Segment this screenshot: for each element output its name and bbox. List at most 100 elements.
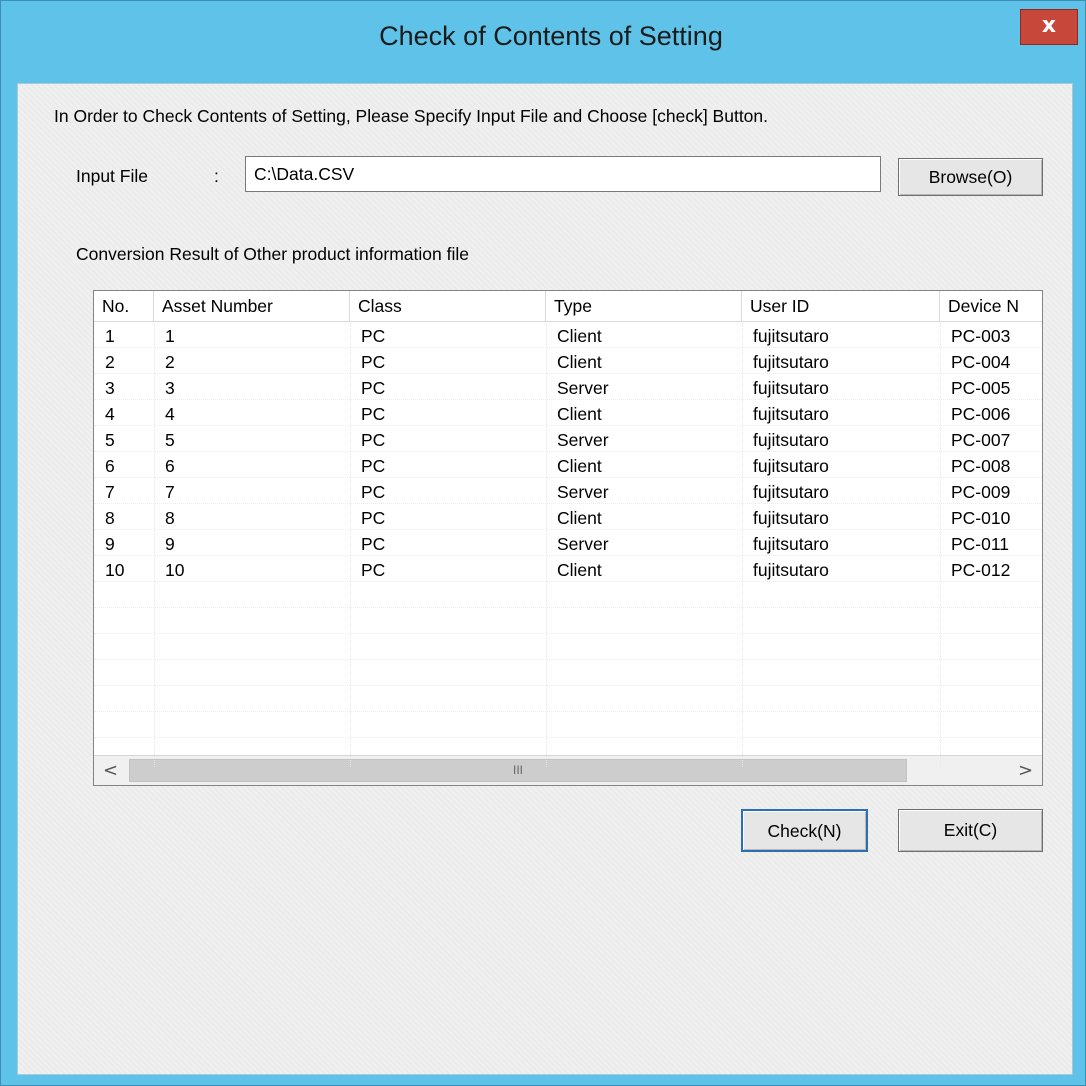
table-row[interactable]: 6 6 PC Client fujitsutaro PC-008 (94, 453, 1042, 479)
column-header[interactable]: Type (546, 291, 742, 321)
table-cell: PC-005 (951, 378, 1011, 398)
table-cell: PC (361, 326, 386, 346)
table-cell: PC (361, 560, 386, 580)
table-row[interactable]: 10 10 PC Client fujitsutaro PC-012 (94, 557, 1042, 583)
table-cell: 7 (165, 482, 175, 502)
table-cell: 4 (105, 404, 115, 424)
table-cell: Client (557, 352, 602, 372)
grip-icon: III (512, 763, 523, 777)
column-header[interactable]: Class (350, 291, 546, 321)
table-cell: PC (361, 430, 386, 450)
horizontal-scrollbar[interactable]: < III > (94, 755, 1042, 785)
scrollbar-thumb[interactable]: III (129, 759, 907, 782)
input-file-colon: : (214, 166, 219, 186)
result-table[interactable]: No. Asset Number Class Type User ID Device N … (93, 290, 1043, 786)
table-row[interactable]: 8 8 PC Client fujitsutaro PC-010 (94, 505, 1042, 531)
dialog-window: Check of Contents of Setting x In Order … (0, 0, 1086, 1086)
table-cell: Client (557, 404, 602, 424)
close-button[interactable]: x (1020, 9, 1078, 45)
exit-button[interactable]: Exit(C) (898, 809, 1043, 852)
dialog-body: In Order to Check Contents of Setting, P… (17, 83, 1073, 1075)
table-cell: fujitsutaro (753, 430, 829, 450)
grid-line (94, 633, 1042, 634)
table-cell: 9 (165, 534, 175, 554)
table-cell: Server (557, 534, 609, 554)
title-bar[interactable]: Check of Contents of Setting x (1, 1, 1086, 83)
table-cell: fujitsutaro (753, 482, 829, 502)
close-icon: x (1041, 13, 1057, 38)
table-cell: 5 (105, 430, 115, 450)
table-cell: 1 (105, 326, 115, 346)
scroll-right-icon[interactable]: > (1009, 756, 1042, 785)
column-header[interactable]: Device N (940, 291, 1042, 321)
table-cell: Server (557, 378, 609, 398)
table-cell: PC-012 (951, 560, 1011, 580)
table-cell: PC (361, 508, 386, 528)
table-row[interactable]: 7 7 PC Server fujitsutaro PC-009 (94, 479, 1042, 505)
table-cell: 6 (165, 456, 175, 476)
grid-line (94, 685, 1042, 686)
table-cell: PC-009 (951, 482, 1011, 502)
table-cell: PC (361, 404, 386, 424)
check-button[interactable]: Check(N) (741, 809, 868, 852)
table-cell: fujitsutaro (753, 326, 829, 346)
table-cell: fujitsutaro (753, 508, 829, 528)
table-cell: Client (557, 508, 602, 528)
grid-line (94, 607, 1042, 608)
table-cell: fujitsutaro (753, 560, 829, 580)
table-row[interactable]: 5 5 PC Server fujitsutaro PC-007 (94, 427, 1042, 453)
table-cell: PC-011 (951, 534, 1010, 554)
table-cell: 8 (105, 508, 115, 528)
table-cell: 7 (105, 482, 115, 502)
table-cell: 10 (165, 560, 185, 580)
table-cell: PC (361, 378, 386, 398)
table-cell: PC-007 (951, 430, 1011, 450)
table-cell: PC (361, 482, 386, 502)
table-cell: PC-008 (951, 456, 1011, 476)
table-cell: Client (557, 560, 602, 580)
column-header[interactable]: No. (94, 291, 154, 321)
table-row[interactable]: 3 3 PC Server fujitsutaro PC-005 (94, 375, 1042, 401)
table-cell: 3 (105, 378, 115, 398)
table-cell: 4 (165, 404, 175, 424)
table-cell: PC (361, 456, 386, 476)
table-cell: fujitsutaro (753, 404, 829, 424)
table-cell: PC-010 (951, 508, 1011, 528)
input-file-label: Input File (76, 166, 148, 186)
scroll-left-icon[interactable]: < (94, 756, 127, 785)
table-cell: PC-006 (951, 404, 1011, 424)
browse-button[interactable]: Browse(O) (898, 158, 1043, 196)
table-cell: 8 (165, 508, 175, 528)
instruction-text: In Order to Check Contents of Setting, P… (54, 106, 769, 126)
table-row[interactable]: 9 9 PC Server fujitsutaro PC-011 (94, 531, 1042, 557)
column-header[interactable]: Asset Number (154, 291, 350, 321)
conversion-result-label: Conversion Result of Other product infor… (76, 244, 469, 264)
table-cell: fujitsutaro (753, 352, 829, 372)
table-row[interactable]: 4 4 PC Client fujitsutaro PC-006 (94, 401, 1042, 427)
table-cell: 9 (105, 534, 115, 554)
table-cell: 10 (105, 560, 125, 580)
grid-line (94, 737, 1042, 738)
table-cell: 1 (165, 326, 175, 346)
table-cell: PC-004 (951, 352, 1011, 372)
column-header[interactable]: User ID (742, 291, 940, 321)
table-cell: Server (557, 482, 609, 502)
dialog-title: Check of Contents of Setting (379, 21, 723, 51)
table-cell: PC-003 (951, 326, 1011, 346)
table-header: No. Asset Number Class Type User ID Device N (94, 291, 1042, 322)
table-cell: Client (557, 456, 602, 476)
table-row[interactable]: 1 1 PC Client fujitsutaro PC-003 (94, 323, 1042, 349)
table-cell: 6 (105, 456, 115, 476)
table-cell: Server (557, 430, 609, 450)
grid-line (94, 711, 1042, 712)
table-cell: 5 (165, 430, 175, 450)
table-cell: 2 (165, 352, 175, 372)
table-cell: PC (361, 534, 386, 554)
table-cell: fujitsutaro (753, 378, 829, 398)
table-cell: fujitsutaro (753, 534, 829, 554)
table-cell: 3 (165, 378, 175, 398)
table-cell: fujitsutaro (753, 456, 829, 476)
table-row[interactable]: 2 2 PC Client fujitsutaro PC-004 (94, 349, 1042, 375)
table-cell: PC (361, 352, 386, 372)
input-file-field[interactable]: C:\Data.CSV (245, 156, 881, 192)
